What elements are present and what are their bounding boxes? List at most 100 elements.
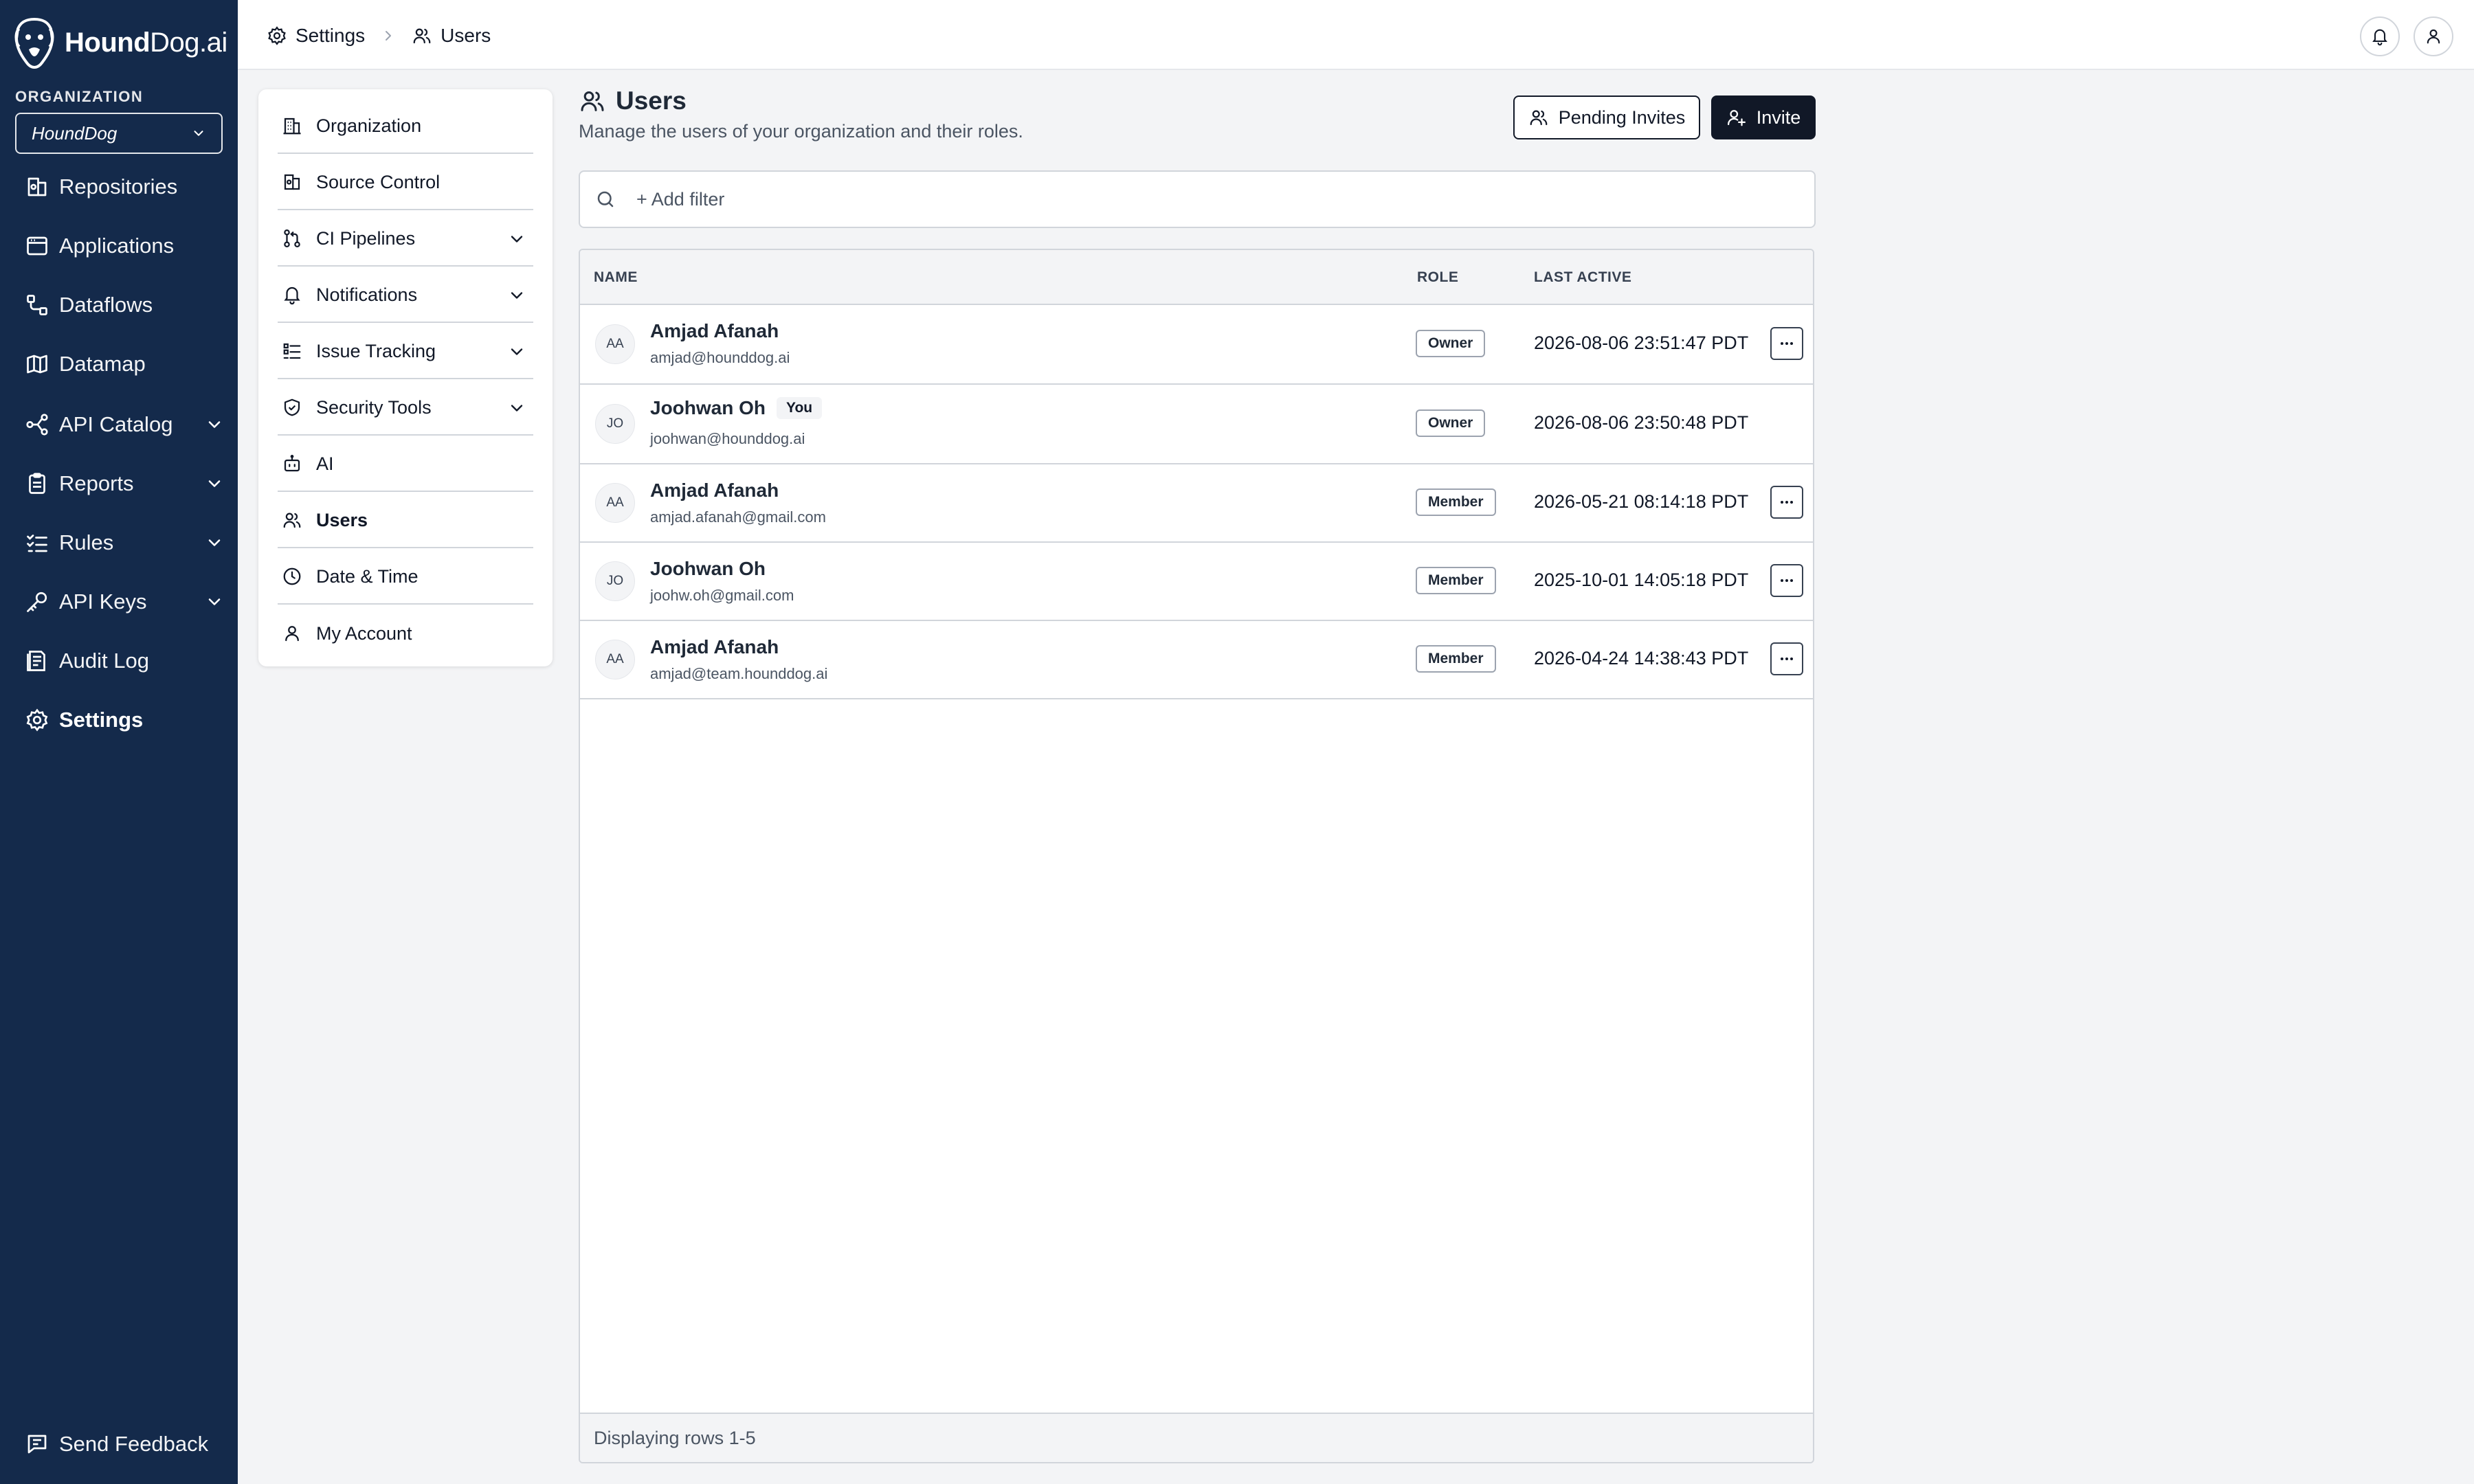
sidebar-item-rules[interactable]: Rules (25, 522, 224, 563)
sidebar: HoundDog.ai ORGANIZATION HoundDog Reposi… (0, 0, 238, 1484)
user-plus-icon (1727, 110, 1746, 126)
rows-count-text: Displaying rows 1-5 (594, 1427, 756, 1448)
user-name: Joohwan Oh You (650, 397, 823, 419)
bell-icon (2372, 29, 2387, 46)
role-badge: Member (1416, 488, 1496, 516)
chevron-down-icon (194, 131, 203, 136)
settings-nav-source-control[interactable]: Source Control (278, 155, 533, 210)
settings-nav-users[interactable]: Users (278, 493, 533, 548)
sidebar-item-audit-log[interactable]: Audit Log (25, 640, 224, 682)
user-email: amjad.afanah@gmail.com (650, 508, 826, 526)
table-header: NAME ROLE LAST ACTIVE (580, 250, 1813, 305)
brand-logo[interactable]: HoundDog.ai (14, 15, 227, 70)
rules-icon (27, 535, 47, 552)
settings-nav-organization[interactable]: Organization (278, 99, 533, 154)
sidebar-item-api-keys[interactable]: API Keys (25, 581, 224, 622)
role-badge: Owner (1416, 409, 1486, 437)
row-actions-button[interactable] (1770, 486, 1803, 519)
page-title: Users (579, 87, 1023, 115)
pending-invites-button[interactable]: Pending Invites (1513, 95, 1700, 139)
row-actions-button[interactable] (1770, 642, 1803, 675)
user-email: amjad@hounddog.ai (650, 349, 790, 366)
users-table: NAME ROLE LAST ACTIVE AA Amjad Afanah am… (579, 249, 1814, 1463)
more-horizontal-icon (1781, 579, 1793, 582)
feedback-icon (27, 1435, 47, 1454)
user-icon (2427, 29, 2440, 44)
user-name: Amjad Afanah (650, 636, 779, 657)
last-active: 2026-08-06 23:50:48 PDT (1534, 412, 1749, 433)
column-header-name[interactable]: NAME (594, 269, 638, 286)
avatar: AA (595, 324, 635, 364)
shield-icon (284, 398, 300, 416)
table-row[interactable]: AA Amjad Afanah amjad.afanah@gmail.com M… (580, 464, 1813, 543)
chevron-down-icon (511, 292, 523, 299)
more-horizontal-icon (1781, 501, 1793, 504)
sidebar-item-settings[interactable]: Settings (25, 699, 224, 741)
user-menu-button[interactable] (2414, 16, 2453, 56)
last-active: 2026-04-24 14:38:43 PDT (1534, 648, 1749, 668)
sidebar-item-api-catalog[interactable]: API Catalog (25, 404, 224, 445)
breadcrumb-settings[interactable]: Settings (296, 25, 365, 47)
settings-nav-my-account[interactable]: My Account (278, 606, 533, 661)
table-row[interactable]: AA Amjad Afanah amjad@team.hounddog.ai M… (580, 621, 1813, 699)
chevron-down-icon (511, 405, 523, 412)
settings-nav-ai[interactable]: AI (278, 437, 533, 492)
settings-nav-date-time[interactable]: Date & Time (278, 550, 533, 605)
chevron-down-icon (208, 480, 221, 487)
pipeline-icon (284, 229, 300, 247)
notifications-button[interactable] (2360, 16, 2400, 56)
organization-select[interactable]: HoundDog (15, 113, 223, 154)
sidebar-item-repositories[interactable]: Repositories (25, 166, 224, 207)
users-icon (413, 28, 431, 44)
table-row[interactable]: AA Amjad Afanah amjad@hounddog.ai Owner … (580, 305, 1813, 385)
you-badge: You (777, 397, 823, 419)
row-actions-button[interactable] (1770, 564, 1803, 597)
users-icon (581, 91, 604, 111)
sidebar-item-reports[interactable]: Reports (25, 463, 224, 504)
repository-icon (27, 177, 47, 196)
column-header-last-active[interactable]: LAST ACTIVE (1534, 269, 1631, 286)
user-name: Amjad Afanah (650, 480, 779, 501)
row-actions-button[interactable] (1770, 327, 1803, 360)
chevron-right-icon (386, 31, 392, 41)
chevron-down-icon (208, 421, 221, 428)
users-icon (1530, 110, 1548, 126)
avatar: AA (595, 640, 635, 679)
audit-log-icon (27, 651, 45, 671)
more-horizontal-icon (1781, 657, 1793, 660)
settings-nav-ci-pipelines[interactable]: CI Pipelines (278, 212, 533, 267)
table-row[interactable]: JO Joohwan Oh You joohwan@hounddog.ai Ow… (580, 385, 1813, 464)
more-horizontal-icon (1781, 342, 1793, 345)
settings-nav: Organization Source Control CI Pipelines… (258, 89, 553, 666)
invite-button[interactable]: Invite (1711, 95, 1816, 139)
gear-icon (268, 26, 286, 45)
user-icon (285, 626, 299, 642)
building-icon (283, 117, 301, 135)
table-row[interactable]: JO Joohwan Oh joohw.oh@gmail.com Member … (580, 543, 1813, 621)
settings-nav-issue-tracking[interactable]: Issue Tracking (278, 324, 533, 379)
chevron-down-icon (511, 236, 523, 243)
brand-name: HoundDog.ai (65, 27, 227, 58)
add-filter-button[interactable]: + Add filter (636, 189, 724, 210)
column-header-role[interactable]: ROLE (1417, 269, 1458, 286)
user-name: Amjad Afanah (650, 320, 779, 341)
settings-nav-security-tools[interactable]: Security Tools (278, 381, 533, 436)
issue-list-icon (283, 343, 301, 359)
chevron-down-icon (208, 539, 221, 546)
hound-logo-icon (14, 17, 54, 69)
api-icon (26, 414, 48, 436)
user-email: amjad@team.hounddog.ai (650, 665, 828, 682)
filter-bar[interactable]: + Add filter (579, 170, 1816, 228)
users-icon (283, 513, 301, 528)
breadcrumb-users: Users (441, 25, 491, 46)
organization-selected-value: HoundDog (32, 122, 118, 144)
send-feedback-button[interactable]: Send Feedback (25, 1424, 208, 1465)
role-badge: Member (1416, 567, 1496, 594)
page-subtitle: Manage the users of your organization an… (579, 121, 1023, 142)
application-icon (27, 236, 47, 256)
bell-icon (284, 286, 300, 305)
settings-nav-notifications[interactable]: Notifications (278, 268, 533, 323)
sidebar-item-applications[interactable]: Applications (25, 225, 224, 267)
sidebar-item-dataflows[interactable]: Dataflows (25, 284, 224, 326)
sidebar-item-datamap[interactable]: Datamap (25, 344, 224, 385)
